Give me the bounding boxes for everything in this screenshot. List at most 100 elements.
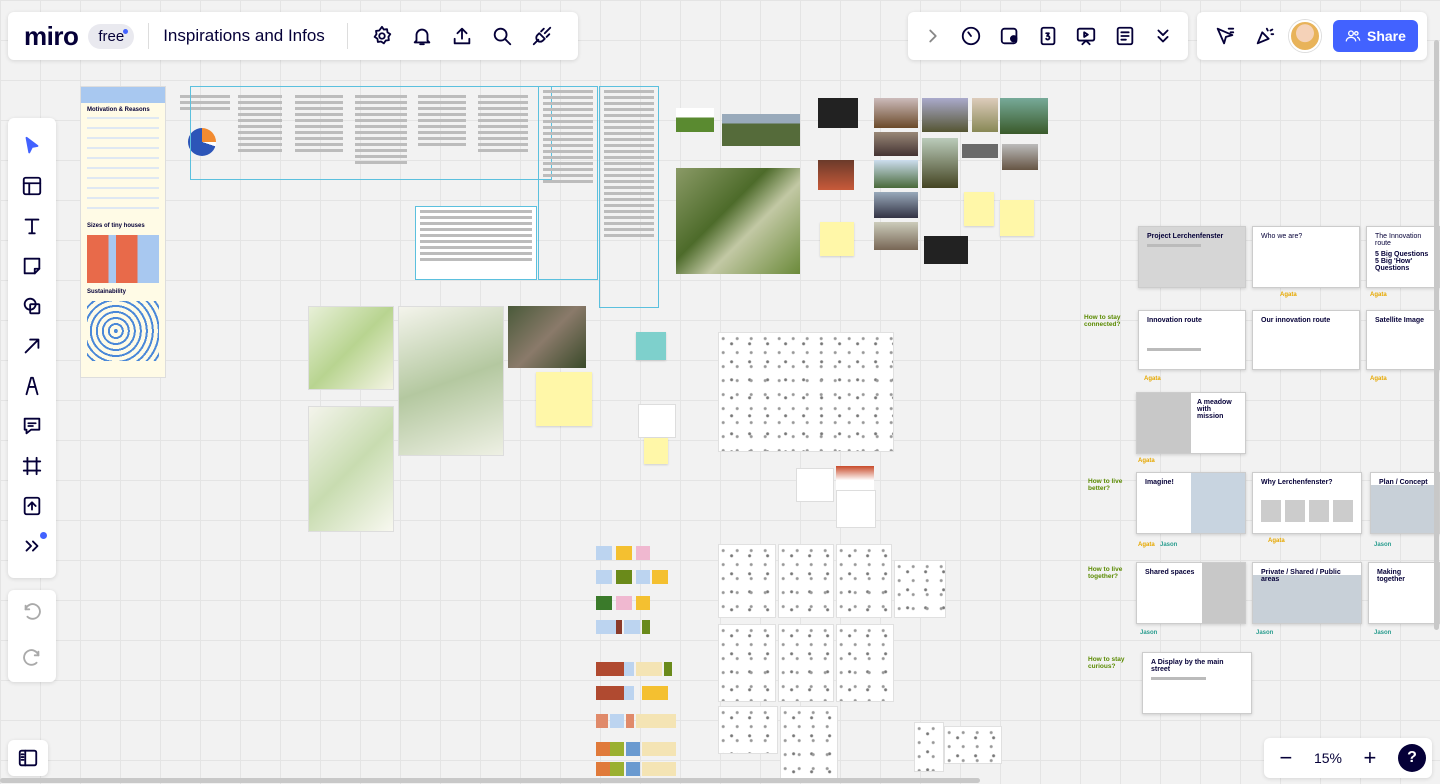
house-photo[interactable] (1000, 98, 1048, 134)
mindmap-sketch[interactable] (718, 332, 894, 452)
presentation-frames[interactable]: How to stay connected? How to live bette… (1080, 220, 1440, 720)
presentation-icon[interactable] (1070, 20, 1102, 52)
sticky-note[interactable] (964, 192, 994, 226)
aerial-village-photo[interactable] (508, 306, 586, 368)
text-doc[interactable] (538, 86, 598, 280)
reactions-icon[interactable] (1249, 20, 1281, 52)
house-photo[interactable] (874, 192, 918, 218)
upload-icon[interactable] (12, 490, 52, 522)
upload-icon[interactable] (446, 20, 478, 52)
house-photo[interactable] (972, 98, 998, 132)
help-button[interactable]: ? (1397, 744, 1426, 772)
arrow-icon[interactable] (12, 330, 52, 362)
aerial-photo[interactable] (676, 168, 800, 274)
text-doc[interactable] (599, 86, 659, 308)
logo-sketch[interactable] (894, 560, 946, 618)
house-photo[interactable] (922, 138, 958, 188)
text-card[interactable] (836, 490, 876, 528)
double-chevron-down-icon[interactable] (1147, 20, 1179, 52)
zoom-out-button[interactable]: − (1270, 742, 1302, 774)
logo-sketch[interactable] (718, 544, 776, 618)
pen-icon[interactable] (12, 370, 52, 402)
slide[interactable]: Project Lerchenfenster (1138, 226, 1246, 288)
chevron-right-icon[interactable] (917, 20, 949, 52)
site-plan[interactable] (308, 406, 394, 532)
logo-sketch[interactable] (778, 544, 834, 618)
slide[interactable]: A meadow with mission (1136, 392, 1246, 454)
logo-sketch[interactable] (718, 706, 778, 754)
site-plan[interactable] (398, 306, 504, 456)
slide[interactable]: A Display by the main street (1142, 652, 1252, 714)
house-photo[interactable] (962, 144, 998, 158)
board-canvas[interactable]: Motivation & Reasons Sizes of tiny house… (0, 0, 1440, 784)
logo-sketch[interactable] (914, 722, 944, 772)
sticky-note[interactable] (636, 332, 666, 360)
logo-sketch[interactable] (780, 706, 838, 780)
video-thumbnail[interactable] (924, 236, 968, 264)
slide[interactable]: Our innovation route (1252, 310, 1360, 370)
sticky-note[interactable] (1000, 200, 1034, 236)
slide[interactable]: Shared spaces (1136, 562, 1246, 624)
bell-icon[interactable] (406, 20, 438, 52)
house-photo[interactable] (874, 222, 918, 250)
templates-icon[interactable] (12, 170, 52, 202)
zoom-level[interactable]: 15% (1314, 750, 1342, 766)
plug-icon[interactable] (526, 20, 558, 52)
logo-image[interactable] (836, 466, 874, 490)
slide[interactable]: Plan / Concept (1370, 472, 1440, 534)
video-thumbnail[interactable] (818, 98, 858, 128)
sticky-note[interactable] (536, 372, 592, 426)
settings-icon[interactable] (366, 20, 398, 52)
sticky-note-icon[interactable] (12, 250, 52, 282)
slide[interactable]: Why Lerchenfenster? (1252, 472, 1362, 534)
text-card[interactable] (638, 404, 676, 438)
site-photo[interactable] (722, 114, 800, 146)
house-photo[interactable] (874, 132, 918, 156)
sticky-note[interactable] (820, 222, 854, 256)
slide[interactable]: Who we are? (1252, 226, 1360, 288)
comment-icon[interactable] (12, 410, 52, 442)
color-palette[interactable] (596, 546, 680, 776)
plan-badge[interactable]: free (88, 23, 135, 49)
text-doc[interactable] (415, 206, 537, 280)
search-icon[interactable] (486, 20, 518, 52)
sidebar-toggle[interactable] (8, 740, 48, 776)
horizontal-scrollbar[interactable] (0, 778, 980, 783)
card-counter-icon[interactable] (1032, 20, 1064, 52)
shapes-icon[interactable] (12, 290, 52, 322)
redo-icon[interactable] (16, 643, 48, 675)
slide[interactable]: Making together (1368, 562, 1440, 624)
cursor-follow-icon[interactable] (1209, 20, 1241, 52)
slide[interactable]: Satellite Image (1366, 310, 1440, 370)
text-icon[interactable] (12, 210, 52, 242)
sticky-note[interactable] (644, 438, 668, 464)
logo-sketch[interactable] (836, 544, 892, 618)
timer-icon[interactable] (955, 20, 987, 52)
share-button[interactable]: Share (1333, 20, 1418, 52)
text-card[interactable] (796, 468, 834, 502)
undo-icon[interactable] (16, 597, 48, 629)
voting-icon[interactable] (994, 20, 1026, 52)
site-photo[interactable] (676, 108, 714, 132)
select-cursor-icon[interactable] (12, 130, 52, 162)
person-photo[interactable] (818, 160, 854, 190)
slide[interactable]: The Innovation route 5 Big Questions 5 Big… (1366, 226, 1440, 288)
logo-sketch[interactable] (944, 726, 1002, 764)
house-photo[interactable] (874, 98, 918, 128)
vertical-scrollbar[interactable] (1434, 40, 1439, 630)
board-title[interactable]: Inspirations and Infos (163, 26, 325, 46)
logo-sketch[interactable] (718, 624, 776, 702)
tiny-houses-poster[interactable]: Motivation & Reasons Sizes of tiny house… (80, 86, 166, 378)
slide[interactable]: Imagine! (1136, 472, 1246, 534)
site-plan[interactable] (308, 306, 394, 390)
frame-icon[interactable] (12, 450, 52, 482)
logo-sketch[interactable] (836, 624, 894, 702)
avatar[interactable] (1289, 20, 1321, 52)
house-photo[interactable] (922, 98, 968, 132)
miro-logo[interactable]: miro (24, 21, 79, 52)
slide[interactable]: Innovation route (1138, 310, 1246, 370)
logo-sketch[interactable] (778, 624, 834, 702)
slide[interactable]: Private / Shared / Public areas (1252, 562, 1362, 624)
house-photo[interactable] (874, 160, 918, 188)
zoom-in-button[interactable]: + (1354, 742, 1386, 774)
